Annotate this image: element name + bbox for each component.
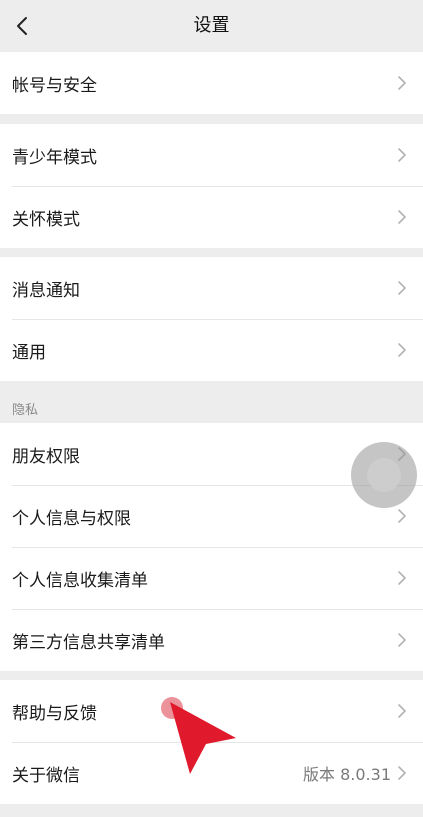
mode-group: 青少年模式 关怀模式	[0, 124, 423, 248]
version-value: 版本 8.0.31	[303, 765, 391, 784]
chevron-right-icon	[398, 343, 406, 357]
account-group: 帐号与安全	[0, 52, 423, 114]
chevron-right-icon	[398, 571, 406, 585]
row-third-party-sharing-list[interactable]: 第三方信息共享清单	[0, 609, 423, 671]
row-label: 第三方信息共享清单	[12, 632, 165, 653]
chevron-right-icon	[398, 704, 406, 718]
row-label: 朋友权限	[12, 446, 80, 467]
chevron-right-icon	[398, 210, 406, 224]
bottom-spacer	[0, 806, 423, 817]
row-notifications[interactable]: 消息通知	[0, 257, 423, 319]
row-label: 关于微信	[12, 765, 80, 786]
chevron-right-icon	[398, 148, 406, 162]
assistive-touch-button[interactable]	[351, 442, 417, 508]
row-label: 个人信息与权限	[12, 508, 131, 529]
chevron-right-icon	[398, 633, 406, 647]
row-label: 个人信息收集清单	[12, 570, 148, 591]
row-info-collection-list[interactable]: 个人信息收集清单	[0, 547, 423, 609]
chevron-right-icon	[398, 509, 406, 523]
nav-bar: 设置	[0, 0, 423, 52]
row-account-security[interactable]: 帐号与安全	[0, 52, 423, 114]
row-general[interactable]: 通用	[0, 319, 423, 381]
row-label: 青少年模式	[12, 147, 97, 168]
general-group: 消息通知 通用	[0, 257, 423, 381]
row-label: 关怀模式	[12, 209, 80, 230]
page-title: 设置	[193, 15, 230, 36]
row-label: 帐号与安全	[12, 75, 97, 96]
row-youth-mode[interactable]: 青少年模式	[0, 124, 423, 186]
chevron-right-icon	[398, 76, 406, 90]
row-label: 通用	[12, 342, 46, 363]
pointer-arrow-icon	[170, 702, 236, 774]
row-label: 消息通知	[12, 280, 80, 301]
row-care-mode[interactable]: 关怀模式	[0, 186, 423, 248]
chevron-right-icon	[398, 766, 406, 780]
section-header-privacy: 隐私	[12, 403, 39, 418]
chevron-right-icon	[398, 281, 406, 295]
